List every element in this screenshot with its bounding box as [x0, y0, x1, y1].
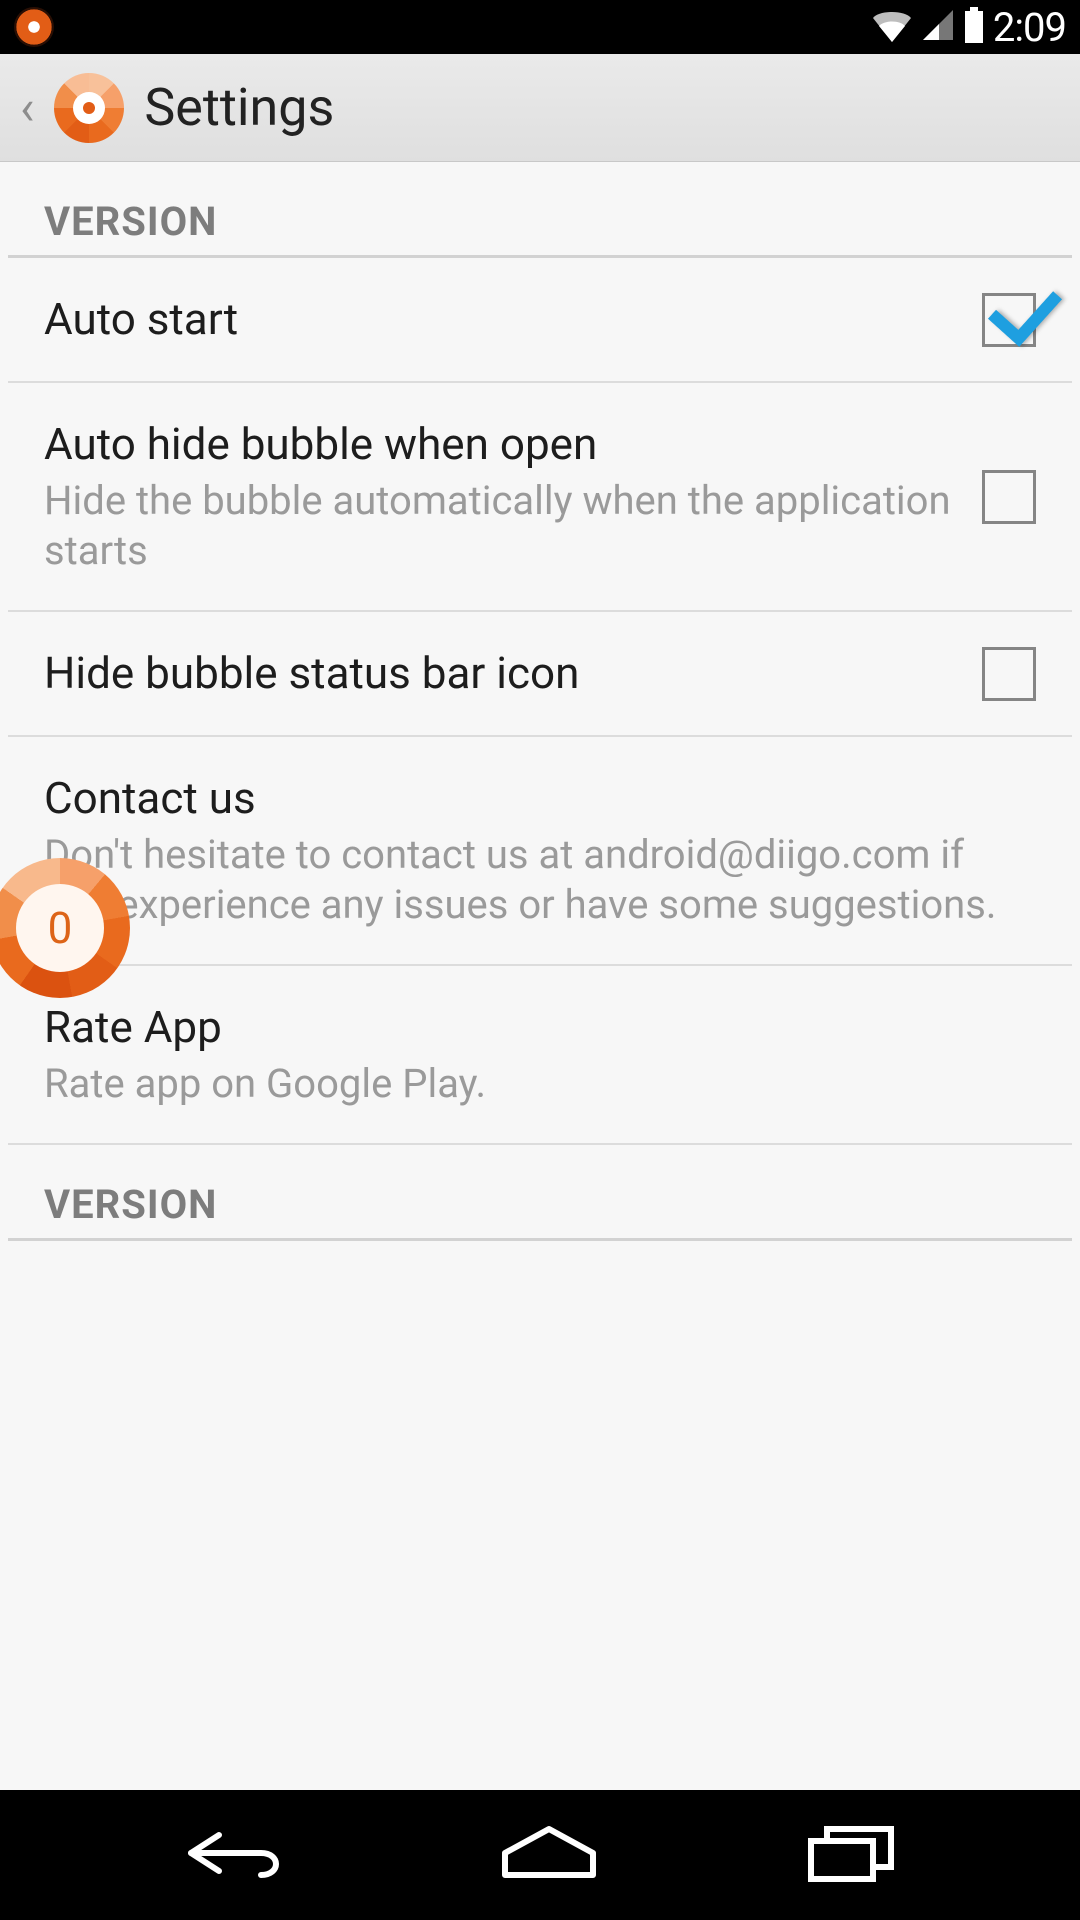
settings-list: VERSION Auto start Auto hide bubble when… — [0, 162, 1080, 1790]
setting-subtitle: Don't hesitate to contact us at android@… — [44, 830, 1036, 930]
setting-subtitle: Hide the bubble automatically when the a… — [44, 476, 962, 576]
checkbox-hide-icon[interactable] — [982, 647, 1036, 701]
wifi-icon — [871, 8, 913, 46]
battery-icon — [963, 7, 985, 47]
status-clock: 2:09 — [993, 4, 1066, 51]
status-bar: 2:09 — [0, 0, 1080, 54]
floating-bubble[interactable]: 0 — [0, 858, 130, 998]
row-auto-hide[interactable]: Auto hide bubble when open Hide the bubb… — [8, 383, 1072, 612]
bubble-count: 0 — [16, 884, 104, 972]
setting-title: Hide bubble status bar icon — [44, 646, 962, 701]
nav-back-icon[interactable] — [183, 1823, 293, 1887]
cell-signal-icon — [921, 8, 955, 46]
checkbox-auto-hide[interactable] — [982, 470, 1036, 524]
row-hide-icon[interactable]: Hide bubble status bar icon — [8, 612, 1072, 737]
back-icon[interactable]: ‹ — [20, 84, 34, 132]
nav-recents-icon[interactable] — [805, 1823, 897, 1887]
app-bar: ‹ Settings — [0, 54, 1080, 162]
row-contact-us[interactable]: Contact us Don't hesitate to contact us … — [8, 737, 1072, 966]
app-notification-icon — [14, 7, 54, 47]
page-title: Settings — [144, 77, 334, 138]
app-icon[interactable] — [54, 73, 124, 143]
setting-title: Rate App — [44, 1000, 1036, 1055]
setting-title: Contact us — [44, 771, 1036, 826]
section-version-1: VERSION — [8, 162, 1072, 258]
setting-subtitle: Rate app on Google Play. — [44, 1059, 1036, 1109]
navigation-bar — [0, 1790, 1080, 1920]
row-auto-start[interactable]: Auto start — [8, 258, 1072, 383]
row-rate-app[interactable]: Rate App Rate app on Google Play. — [8, 966, 1072, 1145]
nav-home-icon[interactable] — [499, 1825, 599, 1885]
setting-title: Auto start — [44, 292, 962, 347]
setting-title: Auto hide bubble when open — [44, 417, 962, 472]
checkbox-auto-start[interactable] — [982, 293, 1036, 347]
section-version-2: VERSION — [8, 1145, 1072, 1241]
